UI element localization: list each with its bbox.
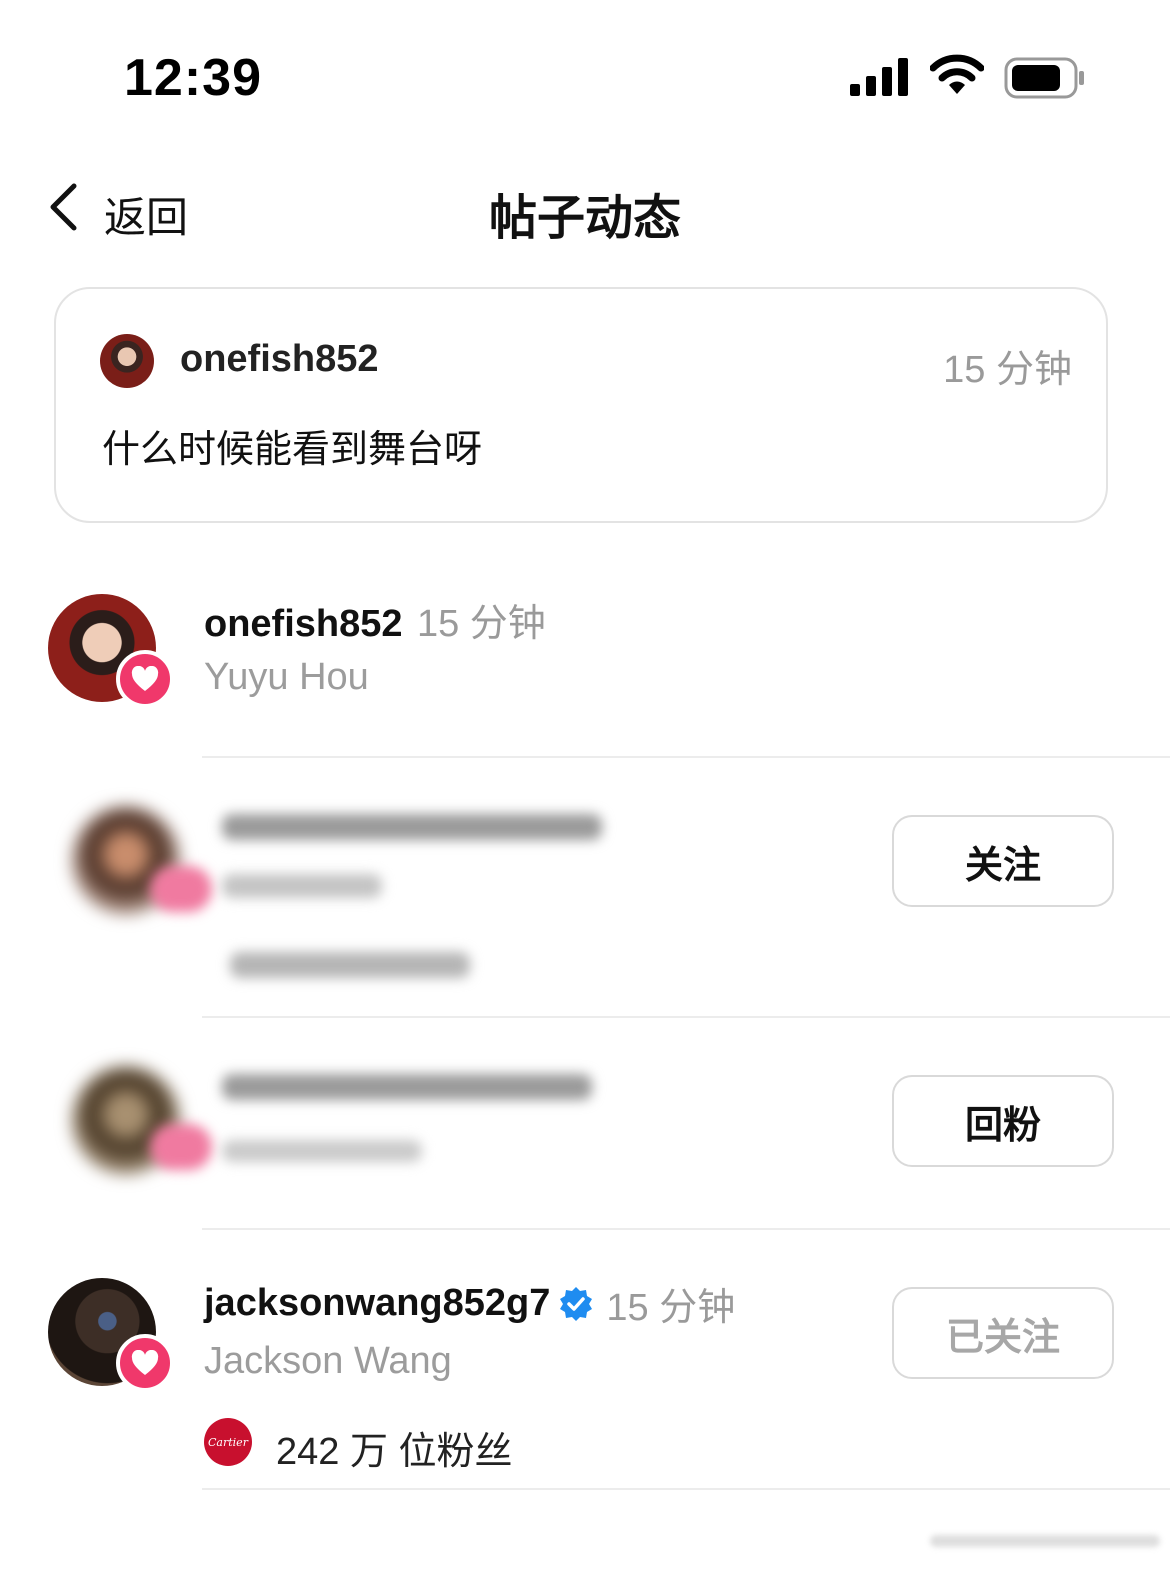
- divider: [202, 1228, 1170, 1230]
- blurred-text: [222, 1140, 422, 1162]
- brand-logo: Cartier: [204, 1418, 252, 1466]
- post-time: 15 分钟: [943, 349, 1072, 391]
- blurred-badge: [150, 1124, 212, 1170]
- activity-username[interactable]: onefish852: [204, 603, 403, 645]
- activity-display-name: Jackson Wang: [204, 1340, 452, 1382]
- blurred-text: [222, 1074, 592, 1100]
- follow-button[interactable]: 关注: [892, 815, 1114, 907]
- activity-time: 15 分钟: [416, 603, 546, 645]
- post-card[interactable]: [54, 287, 1108, 523]
- activity-header: onefish852 15 分钟: [204, 592, 546, 647]
- blurred-text: [222, 814, 602, 840]
- activity-header: jacksonwang852g7 15 分钟: [204, 1276, 735, 1331]
- post-author-avatar[interactable]: [100, 334, 154, 388]
- divider: [202, 756, 1170, 758]
- wifi-icon: [930, 54, 984, 94]
- post-text: 什么时候能看到舞台呀: [102, 429, 483, 471]
- divider: [202, 1016, 1170, 1018]
- blurred-watermark: [930, 1535, 1160, 1547]
- follower-count: 242 万 位粉丝: [276, 1431, 513, 1473]
- signal-icon: [850, 58, 908, 96]
- heart-badge: [116, 650, 174, 708]
- heart-icon: [131, 1350, 159, 1375]
- heart-badge: [116, 1334, 174, 1392]
- follow-back-button[interactable]: 回粉: [892, 1075, 1114, 1167]
- page-title: 帖子动态: [488, 192, 681, 245]
- heart-icon: [131, 666, 159, 691]
- activity-display-name: Yuyu Hou: [204, 656, 369, 698]
- battery-icon: [1004, 57, 1084, 99]
- activity-username[interactable]: jacksonwang852g7: [204, 1282, 550, 1325]
- blurred-text: [230, 952, 470, 978]
- blurred-badge: [150, 866, 212, 912]
- verified-badge-icon: [560, 1286, 593, 1321]
- activity-time: 15 分钟: [606, 1287, 736, 1329]
- post-author-username[interactable]: onefish852: [180, 338, 379, 381]
- divider: [202, 1488, 1170, 1490]
- status-time: 12:39: [124, 49, 262, 107]
- following-button[interactable]: 已关注: [892, 1287, 1114, 1379]
- blurred-text: [222, 874, 382, 898]
- brand-logo-text: Cartier: [208, 1435, 248, 1449]
